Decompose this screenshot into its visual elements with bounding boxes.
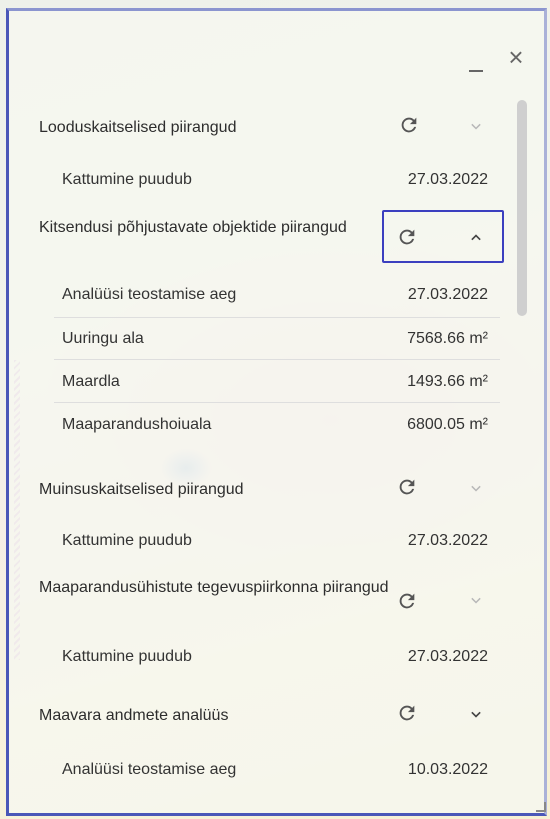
chevron-down-icon: [471, 123, 481, 130]
list-item: Kattumine puudub 27.03.2022: [30, 528, 500, 556]
section-title: Muinsuskaitselised piirangud: [39, 481, 244, 498]
row-value: 27.03.2022: [407, 532, 488, 549]
section-title: Looduskaitselised piirangud: [39, 119, 237, 136]
row-value: 27.03.2022: [407, 171, 488, 188]
refresh-icon: [399, 479, 415, 495]
row-divider: [54, 402, 500, 403]
list-item: Analüüsi teostamise aeg 10.03.2022: [30, 757, 500, 785]
row-label: Uuringu ala: [62, 330, 144, 347]
row-label: Analüüsi teostamise aeg: [62, 761, 237, 778]
restrictions-list: Looduskaitselised piirangud Kattumine pu…: [0, 0, 550, 819]
row-label: Maaparandushoiuala: [62, 416, 212, 433]
refresh-button[interactable]: [396, 702, 422, 728]
row-value: 10.03.2022: [407, 761, 488, 778]
row-label: Kattumine puudub: [62, 532, 192, 549]
row-value: 7568.66 m²: [407, 330, 488, 347]
section-header-looduskaitselised[interactable]: Looduskaitselised piirangud: [30, 114, 500, 142]
refresh-button[interactable]: [396, 590, 422, 616]
section-header-muinsuskaitselised[interactable]: Muinsuskaitselised piirangud: [30, 476, 500, 504]
refresh-button[interactable]: [396, 476, 422, 502]
row-label: Kattumine puudub: [62, 171, 192, 188]
expand-button[interactable]: [466, 478, 492, 504]
refresh-button[interactable]: [398, 114, 424, 140]
row-divider: [54, 359, 500, 360]
section-title: Maaparandusühistute tegevuspiirkonna pii…: [39, 579, 389, 596]
refresh-icon: [401, 117, 417, 133]
list-item: Kattumine puudub 27.03.2022: [30, 644, 500, 672]
list-item: Analüüsi teostamise aeg 27.03.2022: [30, 282, 500, 310]
refresh-icon: [399, 593, 415, 609]
expand-button[interactable]: [466, 116, 492, 142]
row-label: Kattumine puudub: [62, 648, 192, 665]
list-item: Uuringu ala 7568.66 m²: [30, 326, 500, 354]
section-title: Kitsendusi põhjustavate objektide piiran…: [39, 219, 347, 236]
row-value: 6800.05 m²: [407, 416, 488, 433]
resize-handle[interactable]: [536, 802, 546, 812]
list-item: Maardla 1493.66 m²: [30, 369, 500, 397]
row-divider: [54, 317, 500, 318]
section-title: Maavara andmete analüüs: [39, 707, 229, 724]
row-value: 27.03.2022: [407, 286, 488, 303]
focus-highlight: [382, 210, 504, 263]
row-label: Analüüsi teostamise aeg: [62, 286, 237, 303]
expand-button[interactable]: [466, 590, 492, 616]
refresh-icon: [399, 705, 415, 721]
chevron-down-icon: [471, 711, 481, 718]
section-header-maavara[interactable]: Maavara andmete analüüs: [30, 702, 500, 730]
chevron-down-icon: [471, 597, 481, 604]
row-value: 1493.66 m²: [407, 373, 488, 390]
row-value: 27.03.2022: [407, 648, 488, 665]
chevron-down-icon: [471, 485, 481, 492]
section-header-maaparandusuhistute[interactable]: Maaparandusühistute tegevuspiirkonna pii…: [30, 576, 500, 626]
expand-button[interactable]: [466, 704, 492, 730]
row-label: Maardla: [62, 373, 120, 390]
list-item: Kattumine puudub 27.03.2022: [30, 166, 500, 194]
list-item: Maaparandushoiuala 6800.05 m²: [30, 412, 500, 440]
